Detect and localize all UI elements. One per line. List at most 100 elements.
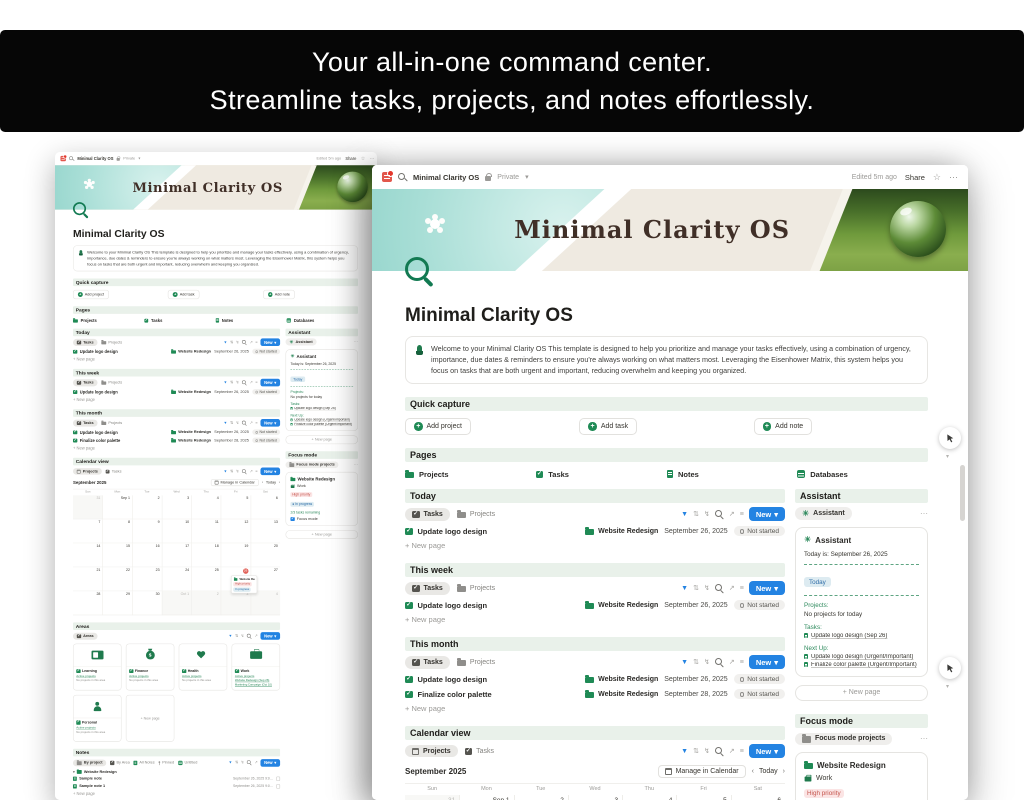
new-button[interactable]: New ▾ [748, 507, 785, 522]
project-link[interactable]: Website Redesign [585, 600, 658, 610]
filter-icon[interactable]: ▼ [228, 761, 232, 765]
add-task-button[interactable]: + Add task [167, 290, 200, 300]
new-page-button[interactable]: + New page [795, 684, 928, 701]
tab-tasks[interactable]: ✓ Tasks [405, 582, 450, 595]
floating-cursor-button[interactable] [939, 427, 961, 449]
new-page-link[interactable]: + New page [405, 615, 785, 624]
new-button[interactable]: New ▾ [260, 632, 281, 640]
star-icon[interactable]: ☆ [933, 172, 941, 182]
page-link-databases[interactable]: Databases [797, 470, 928, 479]
expand-icon[interactable]: ↗ [729, 659, 735, 666]
calendar-cell[interactable]: 16 [132, 543, 162, 568]
tab-projects[interactable]: Projects [405, 745, 458, 758]
calendar-cell[interactable]: 11 [191, 519, 221, 544]
task-row[interactable]: ✓ Update logo design Website Redesign Se… [72, 389, 281, 395]
bolt-icon[interactable]: ↯ [236, 470, 239, 474]
tab-tasks[interactable]: ✓ Tasks [464, 747, 494, 756]
search-icon[interactable] [241, 469, 247, 475]
search-icon[interactable] [246, 760, 252, 766]
tab-projects[interactable]: Projects [456, 583, 495, 593]
project-link[interactable]: Website Redesign [585, 526, 658, 536]
area-card-health[interactable]: ✓ Health Active projects No projects in t… [178, 643, 228, 691]
task-link[interactable]: Update logo design (Urgent/Important) [290, 418, 353, 422]
active-projects-link[interactable]: Active projects [76, 726, 118, 729]
sort-icon[interactable]: ⇅ [693, 511, 699, 518]
filter-icon[interactable]: ▼ [681, 659, 688, 666]
settings-icon[interactable]: ≡ [255, 381, 257, 385]
settings-icon[interactable]: ≡ [255, 421, 257, 425]
calendar-cell[interactable]: 12 [220, 519, 251, 544]
settings-icon[interactable]: ≡ [255, 341, 257, 345]
filter-icon[interactable]: ▼ [223, 421, 227, 425]
sort-icon[interactable]: ⇅ [693, 585, 699, 592]
bolt-icon[interactable]: ↯ [704, 511, 710, 518]
sort-icon[interactable]: ⇅ [230, 341, 233, 345]
project-link[interactable]: Website Redesign (Sep 26) [235, 679, 277, 682]
search-icon[interactable] [714, 657, 724, 667]
bolt-icon[interactable]: ↯ [704, 585, 710, 592]
active-projects-link[interactable]: Active projects [129, 675, 171, 678]
calendar-today-button[interactable]: Today [759, 768, 778, 775]
share-button[interactable]: Share [905, 173, 925, 182]
area-card-personal[interactable]: ✓ Personal Active projects No projects in… [72, 695, 122, 742]
search-icon[interactable] [69, 156, 75, 162]
calendar-cell[interactable]: 17 [161, 543, 192, 568]
checkbox-icon[interactable]: ✓ [290, 517, 295, 522]
focus-card[interactable]: Website Redesign Work High priority ● In… [285, 471, 359, 527]
new-page-link[interactable]: + New page [73, 791, 280, 796]
expand-icon[interactable]: ↗ [249, 421, 252, 425]
search-icon[interactable] [714, 746, 724, 756]
calendar-cell[interactable]: 18 [191, 543, 221, 568]
calendar-cell[interactable]: 21 [72, 567, 103, 592]
more-icon[interactable]: ⋯ [354, 462, 358, 467]
new-button[interactable]: New ▾ [260, 419, 281, 427]
bolt-icon[interactable]: ↯ [236, 421, 239, 425]
assistant-pill[interactable]: ☀ Assistant [285, 338, 317, 346]
privacy-label[interactable]: Private [123, 157, 135, 161]
manage-in-calendar-button[interactable]: Manage in Calendar [657, 764, 746, 778]
calendar-cell[interactable]: 29 [102, 591, 133, 616]
new-button[interactable]: New ▾ [260, 378, 281, 387]
page-magnifier-icon[interactable] [405, 257, 435, 291]
task-link[interactable]: Update logo design (Urgent/Important) [804, 654, 919, 660]
search-icon[interactable] [398, 172, 407, 182]
task-row[interactable]: ✓ Update logo design Website Redesign Se… [405, 600, 785, 611]
calendar-cell[interactable]: 31 [405, 794, 460, 800]
checkbox-icon[interactable]: ✓ [72, 438, 78, 443]
caret-down-icon[interactable]: ▾ [73, 770, 75, 773]
add-project-button[interactable]: + Add project [72, 290, 109, 300]
new-page-link[interactable]: + New page [405, 541, 785, 550]
calendar-today-button[interactable]: Today [266, 481, 276, 485]
new-page-button[interactable]: + New page [285, 435, 359, 445]
assistant-pill[interactable]: ☀ Assistant [795, 507, 852, 521]
settings-icon[interactable]: ≡ [740, 748, 744, 755]
calendar-cell[interactable]: 31 [72, 495, 103, 520]
calendar-cell[interactable]: 3 [220, 591, 251, 616]
calendar-cell[interactable]: 4 [191, 495, 221, 520]
workspace-title[interactable]: Minimal Clarity OS [77, 156, 113, 161]
filter-icon[interactable]: ▼ [223, 470, 227, 474]
area-card-work[interactable]: ✓ Work Active projects Website Redesign (… [231, 643, 281, 691]
filter-icon[interactable]: ▼ [228, 634, 232, 638]
calendar-cell[interactable]: Sep 1 [102, 495, 133, 520]
checkbox-icon[interactable]: ✓ [72, 430, 78, 435]
more-icon[interactable]: ⋯ [369, 156, 374, 161]
project-link[interactable]: Website Redesign [171, 389, 211, 395]
tab-tasks[interactable]: ✓ Tasks [405, 656, 450, 669]
calendar-cell[interactable]: 2 [513, 794, 568, 800]
add-note-button[interactable]: + Add note [263, 290, 295, 300]
assistant-card[interactable]: ☀ Assistant Today is: September 26, 2025 … [285, 349, 359, 431]
page-link-projects[interactable]: Projects [405, 470, 536, 479]
search-icon[interactable] [241, 380, 247, 386]
calendar-cell[interactable]: 3 [567, 794, 623, 800]
privacy-label[interactable]: Private [497, 174, 519, 181]
task-link[interactable]: Finalize color palette (Urgent/Important… [290, 423, 353, 426]
tab-tasks[interactable]: ✓ Tasks [105, 469, 122, 474]
expand-icon[interactable]: ↗ [249, 381, 252, 385]
tab-by-project[interactable]: By project [72, 759, 107, 767]
area-card-finance[interactable]: ✓Finance Active projects No projects in … [125, 643, 175, 691]
calendar-cell[interactable]: 5 [676, 794, 731, 800]
page-link-databases[interactable]: Databases [286, 318, 358, 323]
task-link[interactable]: Update logo design (Sep 26) [290, 407, 353, 410]
calendar-cell[interactable]: 6 [250, 495, 281, 520]
